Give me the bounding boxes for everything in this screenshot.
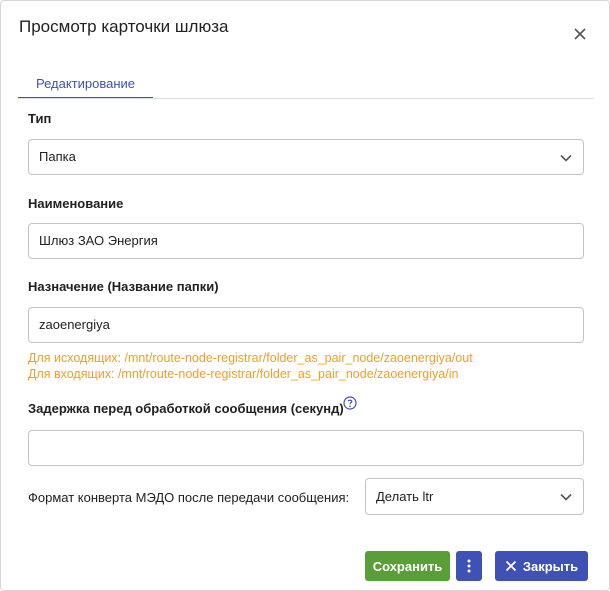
destination-input[interactable]: zaoenergiya bbox=[28, 307, 584, 343]
more-vertical-icon bbox=[467, 559, 471, 573]
name-input[interactable]: Шлюз ЗАО Энергия bbox=[28, 223, 584, 259]
destination-label: Назначение (Название папки) bbox=[28, 279, 219, 294]
destination-hint-in: Для входящих: /mnt/route-node-registrar/… bbox=[28, 367, 459, 381]
close-icon bbox=[505, 560, 516, 572]
destination-hint-out: Для исходящих: /mnt/route-node-registrar… bbox=[28, 351, 473, 365]
envelope-format-value: Делать ltr bbox=[376, 489, 434, 504]
type-select-value: Папка bbox=[39, 149, 76, 164]
name-input-value: Шлюз ЗАО Энергия bbox=[39, 233, 158, 248]
envelope-format-label: Формат конверта МЭДО после передачи сооб… bbox=[28, 490, 350, 505]
save-button-label: Сохранить bbox=[372, 558, 443, 574]
type-select[interactable]: Папка bbox=[28, 139, 584, 175]
chevron-down-icon bbox=[560, 154, 572, 162]
close-button-label: Закрыть bbox=[522, 558, 579, 574]
close-button[interactable]: Закрыть bbox=[495, 551, 588, 581]
more-options-button[interactable] bbox=[456, 551, 482, 581]
delay-label: Задержка перед обработкой сообщения (сек… bbox=[28, 401, 344, 416]
delay-input[interactable] bbox=[28, 430, 584, 466]
chevron-down-icon bbox=[560, 493, 572, 501]
gateway-card-dialog: Просмотр карточки шлюза Редактирование Т… bbox=[0, 0, 610, 591]
name-label: Наименование bbox=[28, 196, 124, 211]
tab-editing[interactable]: Редактирование bbox=[18, 69, 153, 99]
question-circle-icon[interactable] bbox=[343, 396, 357, 410]
tabs-divider bbox=[18, 98, 594, 99]
envelope-format-select[interactable]: Делать ltr bbox=[365, 478, 584, 515]
type-label: Тип bbox=[28, 111, 52, 126]
destination-input-value: zaoenergiya bbox=[39, 317, 110, 332]
save-button[interactable]: Сохранить bbox=[365, 551, 450, 581]
dialog-title: Просмотр карточки шлюза bbox=[19, 17, 229, 36]
tab-editing-label: Редактирование bbox=[35, 76, 136, 91]
close-icon[interactable] bbox=[571, 25, 589, 43]
